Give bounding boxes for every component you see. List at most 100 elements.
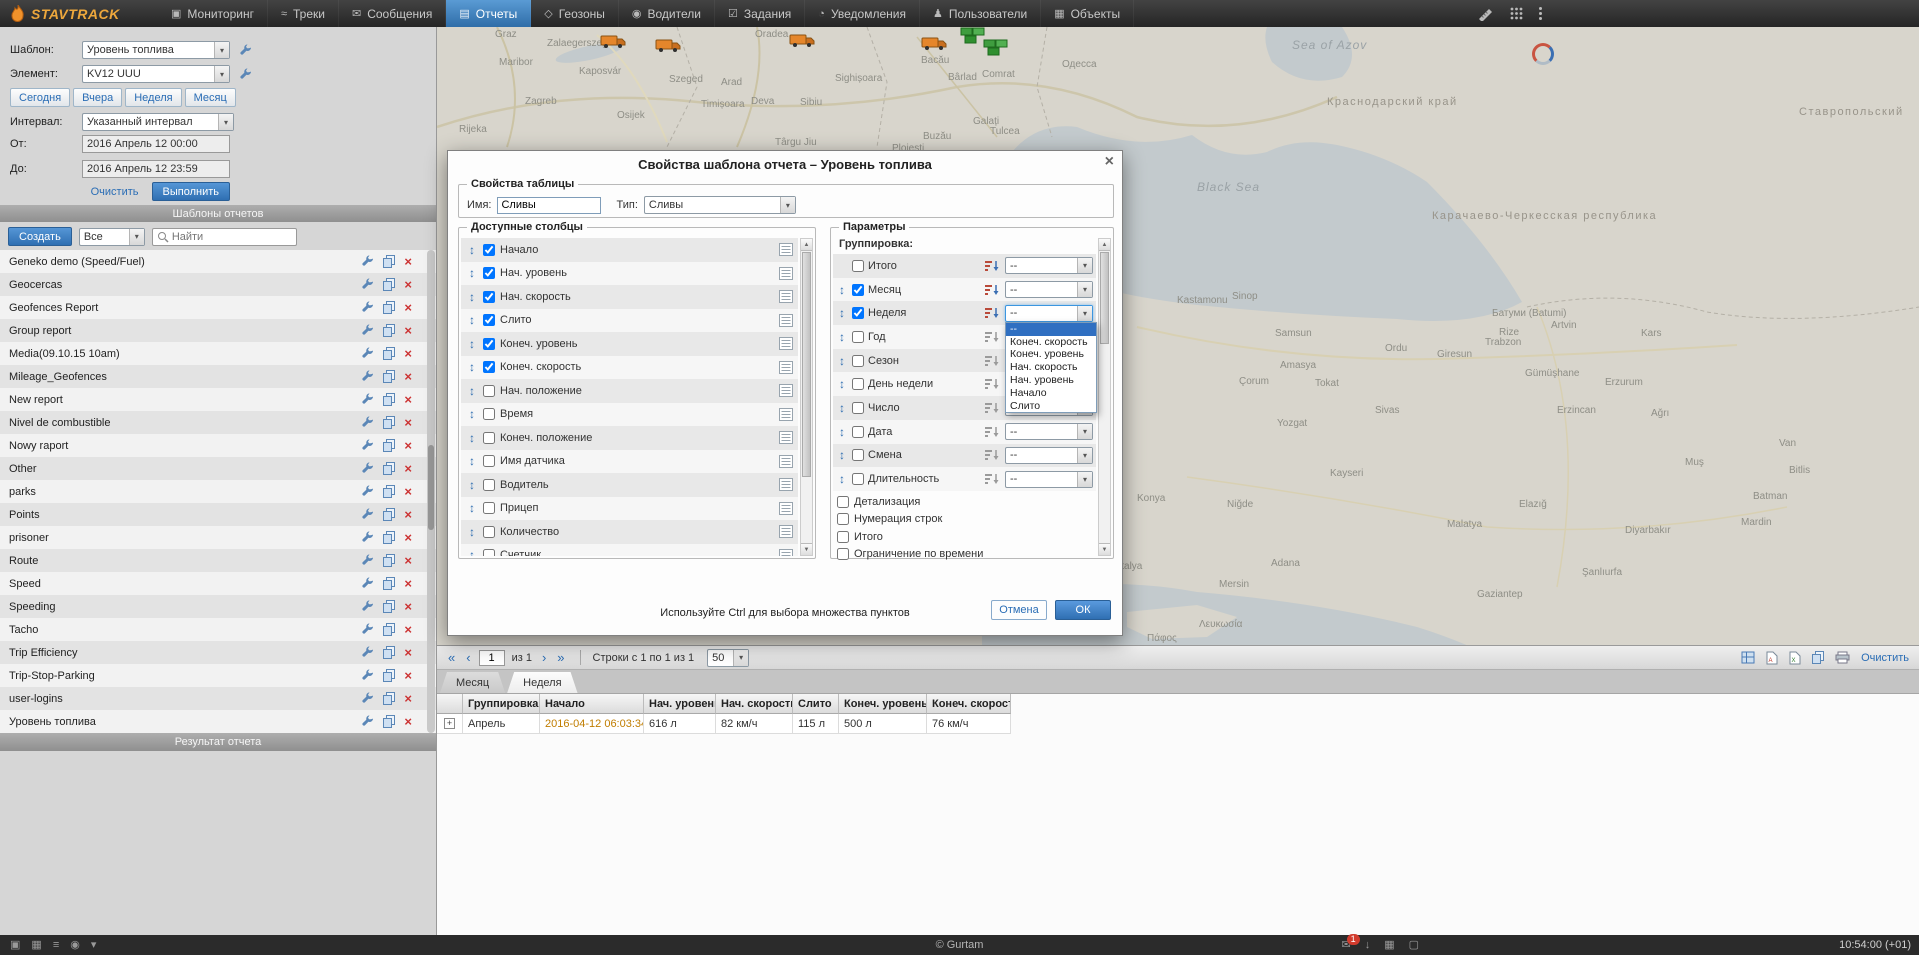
nav-drivers[interactable]: ◉Водители [619, 0, 715, 27]
ok-button[interactable]: ОК [1055, 600, 1111, 620]
import-export-icon[interactable]: ↓ [1365, 940, 1371, 951]
layers-dropdown-icon[interactable]: ▾ [91, 940, 97, 951]
to-date-input[interactable] [82, 160, 230, 178]
move-grouping-icon[interactable]: ↕ [836, 330, 848, 344]
report-row[interactable]: Geofences Report× [0, 296, 436, 319]
column-settings-icon[interactable] [779, 243, 793, 256]
edit-report-icon[interactable] [361, 669, 374, 682]
messages-notification-icon[interactable]: ✉1 [1341, 940, 1350, 951]
template-select[interactable]: Уровень топлива▾ [82, 41, 230, 59]
edit-report-icon[interactable] [361, 278, 374, 291]
column-checkbox[interactable] [483, 267, 495, 279]
column-checkbox[interactable] [483, 361, 495, 373]
grouping-checkbox[interactable] [852, 426, 864, 438]
nav-jobs[interactable]: ☑Задания [715, 0, 805, 27]
column-settings-icon[interactable] [779, 267, 793, 280]
edit-report-icon[interactable] [361, 255, 374, 268]
copy-report-icon[interactable] [383, 439, 395, 452]
delete-report-icon[interactable]: × [404, 278, 412, 291]
delete-report-icon[interactable]: × [404, 393, 412, 406]
grouping-checkbox[interactable] [852, 402, 864, 414]
move-column-icon[interactable]: ↕ [466, 501, 478, 515]
first-page-button[interactable]: « [445, 651, 458, 664]
copy-report-icon[interactable] [383, 508, 395, 521]
page-number-input[interactable] [479, 650, 505, 666]
nav-units[interactable]: ▦Объекты [1041, 0, 1134, 27]
move-column-icon[interactable]: ↕ [466, 384, 478, 398]
sort-order-icon[interactable] [985, 426, 1001, 438]
move-column-icon[interactable]: ↕ [466, 266, 478, 280]
nav-notifications[interactable]: ◔Уведомления [805, 0, 920, 27]
edit-report-icon[interactable] [361, 577, 374, 590]
delete-report-icon[interactable]: × [404, 439, 412, 452]
last-page-button[interactable]: » [554, 651, 567, 664]
overflow-menu-icon[interactable] [1539, 7, 1542, 20]
grouping-value-select[interactable]: --▾ [1005, 257, 1093, 274]
grouping-checkbox[interactable] [852, 260, 864, 272]
report-list-scrollbar[interactable] [427, 250, 435, 733]
report-row[interactable]: Nowy raport× [0, 434, 436, 457]
delete-report-icon[interactable]: × [404, 600, 412, 613]
report-row[interactable]: user-logins× [0, 687, 436, 710]
dropdown-option[interactable]: Конеч. уровень [1006, 348, 1096, 361]
delete-report-icon[interactable]: × [404, 554, 412, 567]
sort-order-icon[interactable] [985, 449, 1001, 461]
sort-order-icon[interactable] [985, 260, 1001, 272]
delete-report-icon[interactable]: × [404, 692, 412, 705]
grouping-checkbox[interactable] [852, 331, 864, 343]
delete-report-icon[interactable]: × [404, 485, 412, 498]
close-dialog-icon[interactable]: × [1105, 154, 1114, 170]
option-checkbox[interactable] [837, 531, 849, 543]
column-checkbox[interactable] [483, 408, 495, 420]
copy-report-icon[interactable] [383, 669, 395, 682]
copy-report-icon[interactable] [383, 600, 395, 613]
dropdown-option[interactable]: Нач. скорость [1006, 361, 1096, 374]
copy-report-icon[interactable] [383, 347, 395, 360]
column-checkbox[interactable] [483, 455, 495, 467]
monitor-mini-icon[interactable]: ▣ [10, 940, 20, 951]
sort-order-icon[interactable] [985, 473, 1001, 485]
report-row[interactable]: Group report× [0, 319, 436, 342]
edit-report-icon[interactable] [361, 347, 374, 360]
layers-mini-icon[interactable]: ≡ [53, 940, 59, 951]
dropdown-option[interactable]: -- [1006, 323, 1096, 336]
edit-report-icon[interactable] [361, 531, 374, 544]
column-checkbox[interactable] [483, 526, 495, 538]
delete-report-icon[interactable]: × [404, 347, 412, 360]
edit-report-icon[interactable] [361, 324, 374, 337]
dropdown-option[interactable]: Начало [1006, 387, 1096, 400]
nav-geofences[interactable]: ◇Геозоны [531, 0, 619, 27]
report-row[interactable]: Speed× [0, 572, 436, 595]
nav-tracks[interactable]: ≈Треки [268, 0, 339, 27]
table-type-select[interactable]: Сливы▾ [644, 196, 796, 214]
edit-report-icon[interactable] [361, 508, 374, 521]
report-row[interactable]: prisoner× [0, 526, 436, 549]
column-settings-icon[interactable] [779, 408, 793, 421]
nav-reports[interactable]: ▤Отчеты [446, 0, 531, 27]
quick-range-button[interactable]: Вчера [73, 88, 122, 107]
report-row[interactable]: New report× [0, 388, 436, 411]
grouping-value-select[interactable]: --▾--Конеч. скоростьКонеч. уровеньНач. с… [1005, 305, 1093, 322]
delete-report-icon[interactable]: × [404, 623, 412, 636]
edit-report-icon[interactable] [361, 393, 374, 406]
delete-report-icon[interactable]: × [404, 669, 412, 682]
edit-report-icon[interactable] [361, 439, 374, 452]
copy-report-icon[interactable] [383, 416, 395, 429]
result-tab[interactable]: Месяц [440, 672, 505, 693]
export-pdf-icon[interactable]: A [1766, 651, 1778, 665]
move-column-icon[interactable]: ↕ [466, 548, 478, 556]
column-checkbox[interactable] [483, 479, 495, 491]
copy-table-icon[interactable] [1812, 651, 1824, 664]
ruler-icon[interactable] [1478, 7, 1494, 21]
move-grouping-icon[interactable]: ↕ [836, 472, 848, 486]
create-template-button[interactable]: Создать [8, 227, 72, 246]
grouping-checkbox[interactable] [852, 473, 864, 485]
edit-report-icon[interactable] [361, 600, 374, 613]
copy-report-icon[interactable] [383, 715, 395, 728]
report-row[interactable]: Points× [0, 503, 436, 526]
move-column-icon[interactable]: ↕ [466, 525, 478, 539]
copy-report-icon[interactable] [383, 485, 395, 498]
column-settings-icon[interactable] [779, 361, 793, 374]
copy-report-icon[interactable] [383, 623, 395, 636]
edit-report-icon[interactable] [361, 623, 374, 636]
